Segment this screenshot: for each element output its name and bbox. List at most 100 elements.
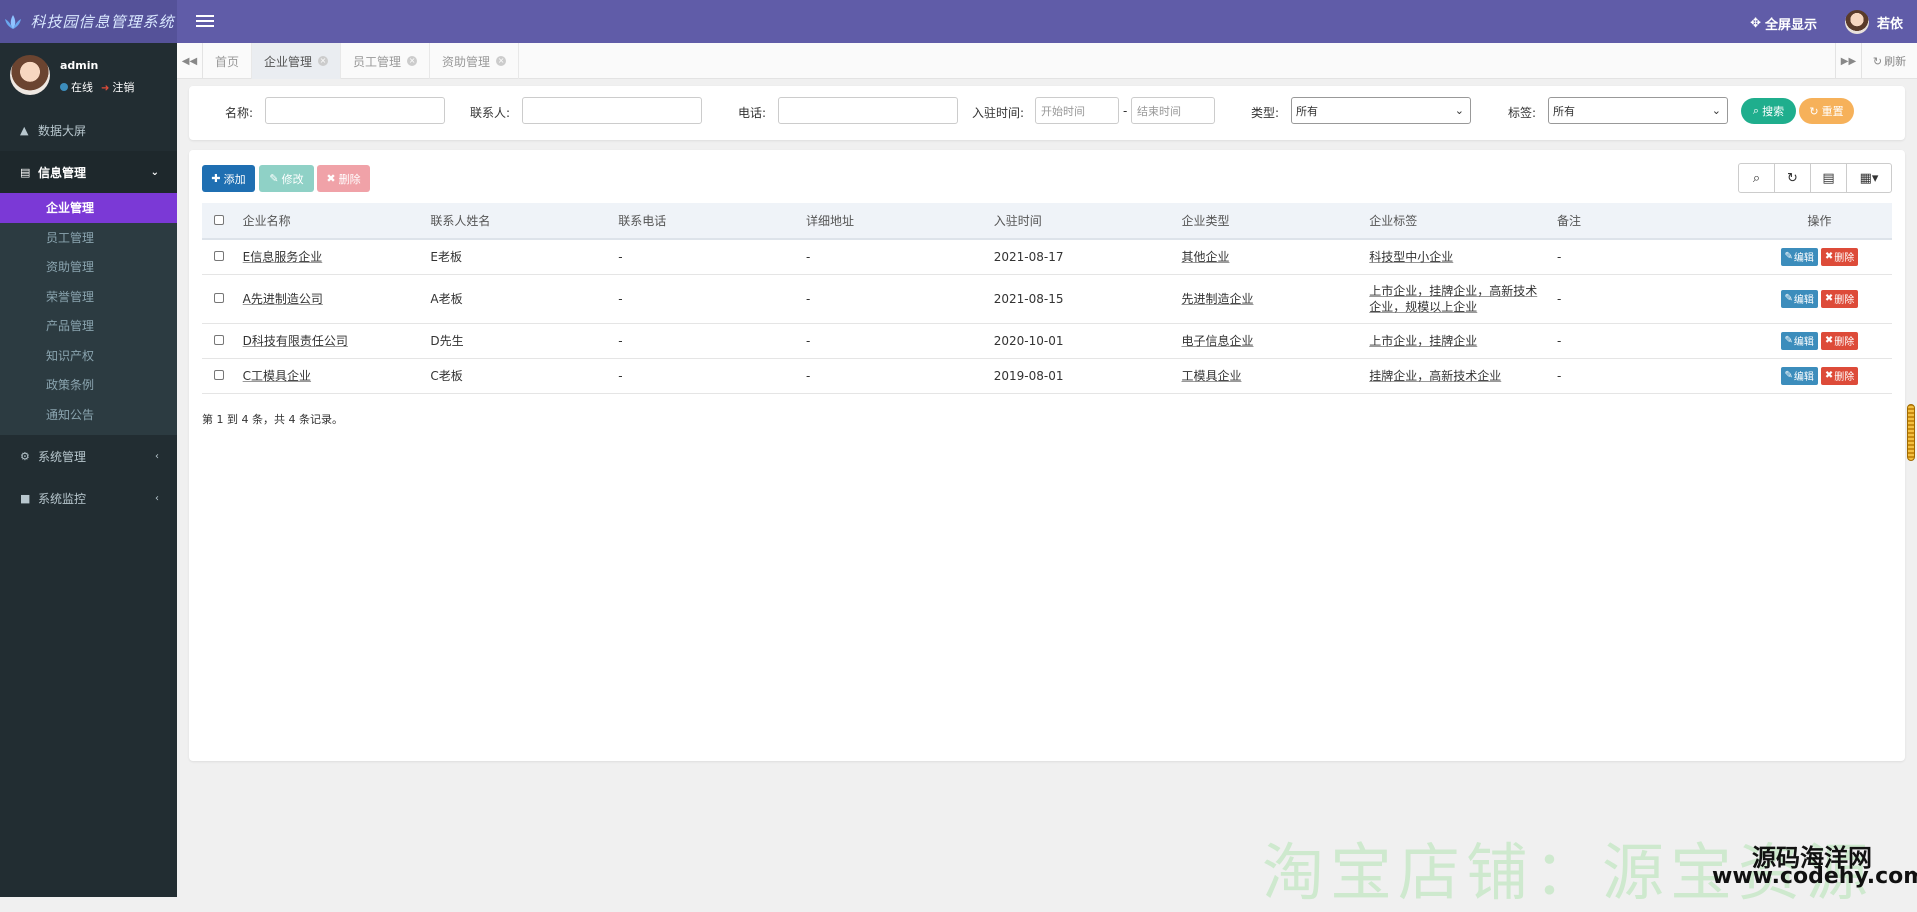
close-icon[interactable]: ×: [318, 56, 329, 66]
select-all-checkbox[interactable]: [214, 214, 224, 225]
refresh-icon: ↻: [1872, 54, 1883, 68]
close-icon[interactable]: ×: [407, 56, 418, 66]
edit-button[interactable]: ✎ 修改: [259, 165, 314, 192]
add-button-label: 添加: [223, 172, 246, 186]
search-button[interactable]: ⌕ 搜索: [1741, 98, 1796, 124]
column-header[interactable]: 备注: [1549, 203, 1739, 240]
row-delete-button[interactable]: ✖ 删除: [1820, 331, 1859, 350]
row-edit-button[interactable]: ✎ 编辑: [1780, 331, 1818, 350]
phone-input[interactable]: [778, 97, 958, 124]
sidebar-item-honor[interactable]: 荣誉管理: [0, 282, 177, 312]
lotus-icon: [5, 14, 22, 29]
close-icon[interactable]: ×: [496, 56, 507, 66]
column-header[interactable]: 企业类型: [1173, 203, 1362, 240]
tab-scroll-left-button[interactable]: ◀◀: [177, 43, 203, 79]
row-checkbox[interactable]: [214, 334, 224, 345]
column-header[interactable]: 入驻时间: [985, 203, 1174, 240]
chevron-down-icon: ⌄: [150, 166, 159, 178]
join-date-cell: 2019-08-01: [985, 358, 1174, 394]
sidebar-toggle-button[interactable]: [196, 12, 214, 28]
row-delete-label: 删除: [1834, 372, 1855, 383]
fullscreen-button[interactable]: ✥ 全屏显示: [1750, 14, 1817, 33]
sidebar-user-name: admin: [60, 59, 99, 72]
arrows-expand-icon: ✥: [1750, 16, 1761, 31]
edit-button-label: 修改: [281, 172, 304, 186]
row-checkbox[interactable]: [214, 250, 224, 261]
row-delete-button[interactable]: ✖ 删除: [1820, 366, 1859, 385]
add-button[interactable]: ✚ 添加: [202, 165, 255, 192]
sidebar-item-enterprise[interactable]: 企业管理: [0, 193, 177, 223]
edit-icon: ✎: [1784, 251, 1793, 263]
row-edit-button[interactable]: ✎ 编辑: [1780, 247, 1818, 266]
row-delete-button[interactable]: ✖ 删除: [1820, 247, 1859, 266]
gear-icon: ⚙: [20, 449, 30, 463]
sidebar-item-product[interactable]: 产品管理: [0, 311, 177, 341]
column-header[interactable]: 联系人姓名: [422, 203, 611, 240]
type-cell: 其他企业: [1173, 239, 1362, 275]
menu-label: 数据大屏: [38, 123, 87, 138]
tab-funding[interactable]: 资助管理 ×: [430, 43, 520, 79]
search-form: 名称: 联系人: 电话: 入驻时间: 开始时间 - 结束时间 类型: 所有 ⌄ …: [189, 86, 1905, 140]
columns-button[interactable]: ▦▾: [1847, 164, 1891, 192]
reset-button-label: 重置: [1821, 105, 1844, 118]
logout-link[interactable]: ➜ 注销: [101, 79, 134, 95]
tab-enterprise[interactable]: 企业管理 ×: [252, 43, 342, 79]
sidebar-item-system-monitor[interactable]: ■ 系统监控 ‹: [0, 477, 177, 519]
area-chart-icon: ▲: [20, 123, 29, 137]
note-cell: -: [1549, 358, 1739, 394]
sidebar-item-funding[interactable]: 资助管理: [0, 252, 177, 282]
sidebar-item-policy[interactable]: 政策条例: [0, 370, 177, 400]
tab-label: 首页: [215, 54, 240, 69]
type-select-value: 所有: [1296, 104, 1318, 118]
refresh-button[interactable]: ↻: [1775, 164, 1811, 192]
tab-scroll-right-button[interactable]: ▶▶: [1835, 43, 1861, 79]
sidebar-item-info-management[interactable]: ▤ 信息管理 ⌄: [0, 151, 177, 193]
type-select[interactable]: 所有 ⌄: [1291, 97, 1471, 124]
submenu-info-management: 企业管理 员工管理 资助管理 荣誉管理 产品管理 知识产权 政策条例 通知公告: [0, 193, 177, 435]
sidebar-item-data-screen[interactable]: ▲ 数据大屏: [0, 109, 177, 151]
tag-select[interactable]: 所有 ⌄: [1548, 97, 1728, 124]
logout-label: 注销: [112, 81, 135, 94]
row-edit-button[interactable]: ✎ 编辑: [1780, 366, 1818, 385]
page-scrollbar[interactable]: [1907, 404, 1915, 461]
list-icon: ▤: [1822, 170, 1835, 186]
row-edit-label: 编辑: [1793, 253, 1814, 265]
column-header[interactable]: 详细地址: [797, 203, 986, 240]
reset-button[interactable]: ↻ 重置: [1799, 98, 1854, 124]
column-header: 操作: [1738, 203, 1892, 240]
app-logo[interactable]: 科技园信息管理系统: [0, 0, 177, 43]
row-edit-label: 编辑: [1793, 295, 1814, 306]
toggle-search-button[interactable]: ⌕: [1739, 164, 1775, 192]
edit-icon: ✎: [269, 172, 279, 185]
tags-cell: 科技型中小企业: [1361, 239, 1550, 275]
top-navbar: 科技园信息管理系统 ✥ 全屏显示 若依: [0, 0, 1917, 43]
column-header[interactable]: 企业名称: [234, 203, 423, 240]
tab-employee[interactable]: 员工管理 ×: [341, 43, 431, 79]
range-separator: -: [1123, 104, 1128, 118]
tab-home[interactable]: 首页: [203, 43, 253, 79]
user-menu[interactable]: 若依: [1844, 10, 1903, 34]
contact-input[interactable]: [522, 97, 702, 124]
sidebar-item-ip[interactable]: 知识产权: [0, 341, 177, 371]
row-delete-button[interactable]: ✖ 删除: [1820, 289, 1859, 308]
actions-cell: ✎ 编辑 ✖ 删除: [1738, 274, 1892, 324]
refresh-tab-button[interactable]: ↻ 刷新: [1861, 43, 1917, 79]
sidebar-item-system-management[interactable]: ⚙ 系统管理 ‹: [0, 435, 177, 477]
logo-text: 科技园信息管理系统: [30, 13, 175, 31]
menu-label: 信息管理: [38, 165, 87, 180]
enterprise-name-cell: D科技有限责任公司: [234, 323, 423, 359]
start-date-input[interactable]: 开始时间: [1035, 97, 1119, 124]
end-date-input[interactable]: 结束时间: [1131, 97, 1215, 124]
contact-cell: C老板: [422, 358, 611, 394]
name-input[interactable]: [265, 97, 445, 124]
sidebar-item-employee[interactable]: 员工管理: [0, 223, 177, 253]
row-checkbox[interactable]: [214, 369, 224, 380]
tag-select-value: 所有: [1553, 104, 1575, 118]
sidebar-item-notice[interactable]: 通知公告: [0, 400, 177, 430]
row-edit-button[interactable]: ✎ 编辑: [1780, 289, 1818, 308]
column-header[interactable]: 企业标签: [1361, 203, 1550, 240]
row-checkbox[interactable]: [214, 292, 224, 303]
column-header[interactable]: 联系电话: [610, 203, 798, 240]
delete-button[interactable]: ✖ 删除: [317, 165, 370, 192]
toggle-view-button[interactable]: ▤: [1811, 164, 1847, 192]
